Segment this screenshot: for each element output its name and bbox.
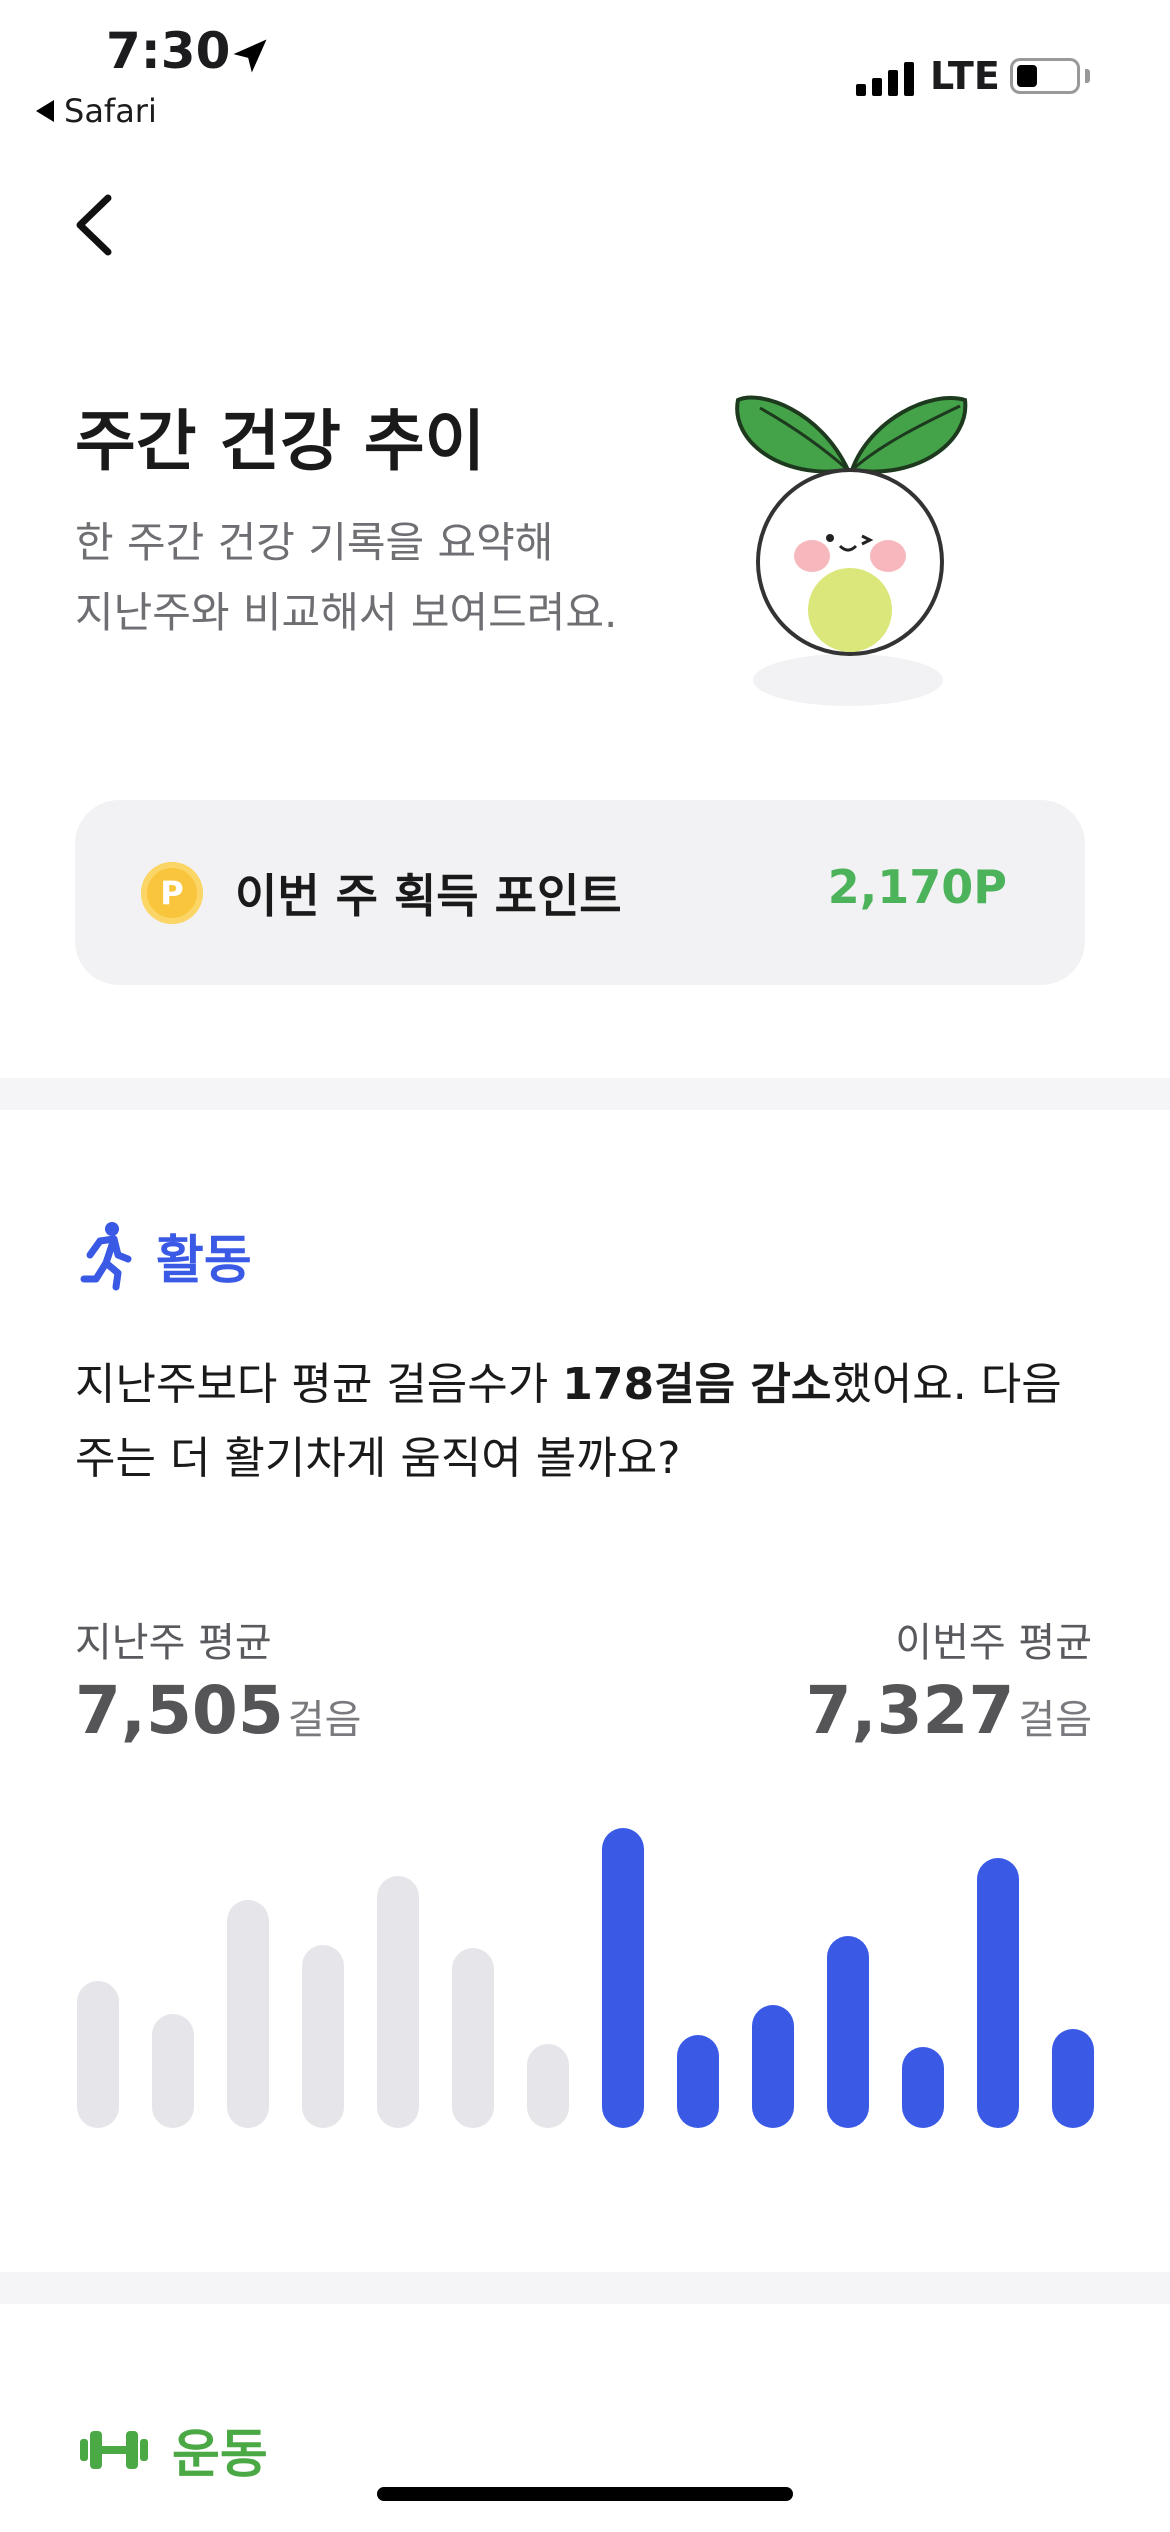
exercise-title: 운동 [172, 2425, 268, 2485]
last-week-bar [227, 1900, 269, 2128]
this-week-bar [752, 2005, 794, 2128]
last-week-avg-label: 지난주 평균 [75, 1620, 272, 1666]
last-week-bar [302, 1945, 344, 2128]
running-person-icon [80, 1221, 132, 1290]
last-week-unit: 걸음 [287, 1697, 362, 1743]
back-to-safari-link[interactable]: Safari [36, 92, 157, 130]
page-title: 주간 건강 추이 [75, 403, 486, 480]
activity-header: 활동 [78, 1218, 252, 1293]
back-app-label: Safari [64, 92, 157, 130]
activity-description: 지난주보다 평균 걸음수가 178걸음 감소했어요. 다음 주는 더 활기차게 … [75, 1348, 1085, 1496]
this-week-avg-value: 7,327 걸음 [806, 1672, 1092, 1749]
network-type: LTE [930, 54, 1000, 98]
status-time: 7:30 [106, 22, 231, 80]
back-button[interactable] [64, 190, 124, 260]
this-week-bar [902, 2047, 944, 2128]
last-week-avg-value: 7,505 걸음 [75, 1672, 361, 1749]
sprout-character-icon [735, 395, 968, 706]
battery-cap [1085, 69, 1090, 83]
section-divider [0, 2272, 1170, 2304]
this-week-bar [602, 1828, 644, 2128]
last-week-bar [152, 2014, 194, 2128]
last-week-bar [452, 1948, 494, 2128]
dumbbell-icon [80, 2430, 148, 2469]
this-week-bar [677, 2035, 719, 2128]
section-divider [0, 1078, 1170, 1110]
battery-icon [1010, 58, 1080, 94]
signal-icon [856, 62, 914, 96]
point-coin-icon: P [141, 862, 203, 924]
subtitle-line-1: 한 주간 건강 기록을 요약해 [75, 518, 554, 567]
subtitle-line-2: 지난주와 비교해서 보여드려요. [75, 588, 618, 637]
this-week-unit: 걸음 [1018, 1697, 1092, 1743]
exercise-header: 운동 [78, 2412, 268, 2487]
desc-highlight: 178걸음 감소 [562, 1359, 832, 1410]
location-arrow-icon [233, 39, 267, 73]
activity-title: 활동 [156, 1231, 252, 1291]
this-week-steps: 7,327 [805, 1672, 1015, 1749]
last-week-steps: 7,505 [75, 1672, 284, 1749]
this-week-bar [827, 1936, 869, 2128]
last-week-bar [77, 1981, 119, 2128]
this-week-bar [977, 1858, 1019, 2128]
page-subtitle: 한 주간 건강 기록을 요약해 지난주와 비교해서 보여드려요. [75, 508, 715, 648]
this-week-avg-label: 이번주 평균 [895, 1620, 1092, 1666]
points-value: 2,170P [827, 860, 1007, 914]
points-label: 이번 주 획득 포인트 [235, 869, 622, 923]
weekly-points-card[interactable]: P 이번 주 획득 포인트 2,170P [75, 800, 1085, 985]
desc-prefix: 지난주보다 평균 걸음수가 [75, 1359, 563, 1410]
last-week-bar [527, 2044, 569, 2128]
back-triangle-icon [36, 100, 54, 122]
last-week-bar [377, 1876, 419, 2128]
steps-bar-chart [0, 1800, 1170, 2140]
home-indicator[interactable] [377, 2487, 793, 2501]
this-week-bar [1052, 2029, 1094, 2128]
